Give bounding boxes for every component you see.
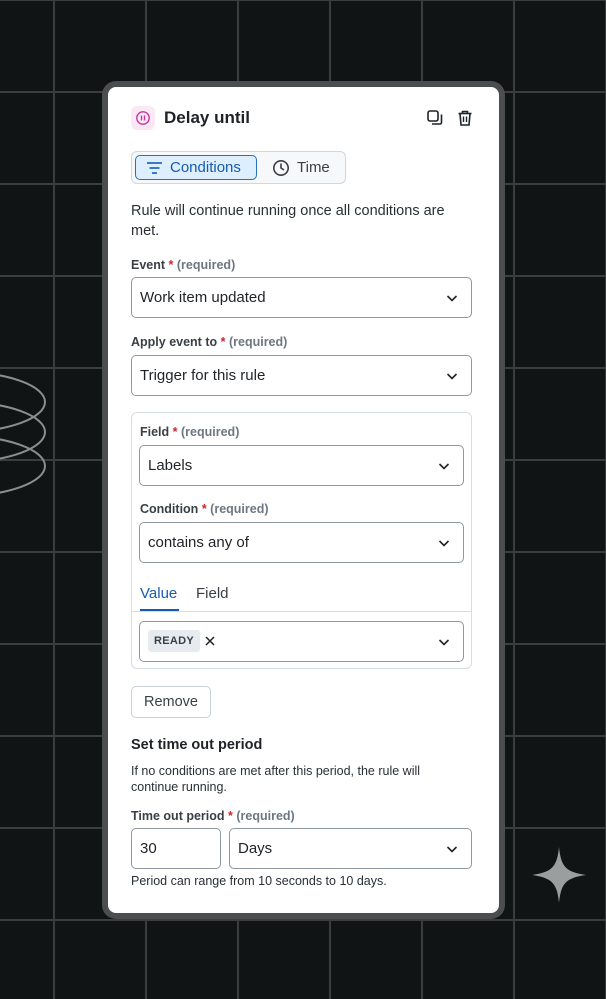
delay-until-panel: Delay until Conditions Time Rule will co…	[108, 87, 499, 913]
apply-event-select-value: Trigger for this rule	[140, 367, 266, 384]
chevron-down-icon	[446, 373, 458, 380]
timeout-section-description: If no conditions are met after this peri…	[131, 764, 421, 794]
rule-description: Rule will continue running once all cond…	[131, 203, 445, 239]
chevron-down-icon	[446, 846, 458, 853]
panel-header: Delay until	[131, 106, 476, 132]
apply-event-label: Apply event to * (required)	[131, 335, 288, 349]
remove-chip-button[interactable]	[202, 633, 218, 649]
panel-title: Delay until	[164, 108, 250, 127]
field-select[interactable]: Labels	[139, 445, 464, 486]
chevron-down-icon	[438, 639, 450, 646]
timeout-label: Time out period * (required)	[131, 809, 295, 823]
timeout-amount-input[interactable]	[131, 828, 221, 869]
chip-label: READY	[154, 635, 195, 647]
duplicate-icon	[427, 110, 443, 125]
conditions-toggle-label: Conditions	[170, 159, 241, 176]
close-icon	[205, 636, 215, 646]
condition-select-value: contains any of	[148, 534, 249, 551]
condition-label: Condition * (required)	[140, 502, 269, 516]
apply-event-select[interactable]: Trigger for this rule	[131, 355, 472, 396]
duplicate-button[interactable]	[423, 106, 447, 130]
sparkle-icon	[532, 847, 586, 903]
time-toggle-label: Time	[297, 159, 330, 176]
delete-button[interactable]	[453, 106, 477, 130]
decorative-rings	[0, 374, 46, 494]
chevron-down-icon	[438, 540, 450, 547]
mode-toggle: Conditions Time	[131, 151, 346, 184]
clock-icon	[273, 159, 289, 176]
field-select-value: Labels	[148, 457, 193, 474]
timeout-section-title: Set time out period	[131, 737, 263, 753]
ready-chip: READY	[148, 630, 201, 652]
tab-field[interactable]: Field	[196, 585, 229, 602]
condition-select[interactable]: contains any of	[139, 522, 464, 563]
event-label: Event * (required)	[131, 258, 236, 272]
event-select-value: Work item updated	[140, 289, 266, 306]
conditions-toggle[interactable]: Conditions	[135, 155, 257, 180]
field-label: Field * (required)	[140, 425, 240, 439]
event-select[interactable]: Work item updated	[131, 277, 472, 318]
value-multiselect[interactable]: READY	[139, 621, 464, 662]
tabs-divider	[132, 611, 471, 612]
chevron-down-icon	[446, 295, 458, 302]
chevron-down-icon	[438, 463, 450, 470]
condition-block: Field * (required) Labels Condition * (r…	[131, 412, 472, 669]
pause-circle-icon	[131, 106, 155, 130]
trash-icon	[458, 110, 472, 126]
remove-button[interactable]: Remove	[131, 686, 211, 718]
timeout-unit-value: Days	[238, 840, 273, 857]
filter-icon	[147, 161, 162, 174]
tab-value[interactable]: Value	[140, 585, 177, 602]
timeout-helper-text: Period can range from 10 seconds to 10 d…	[131, 874, 387, 888]
time-toggle[interactable]: Time	[270, 155, 342, 180]
timeout-unit-select[interactable]: Days	[229, 828, 472, 869]
